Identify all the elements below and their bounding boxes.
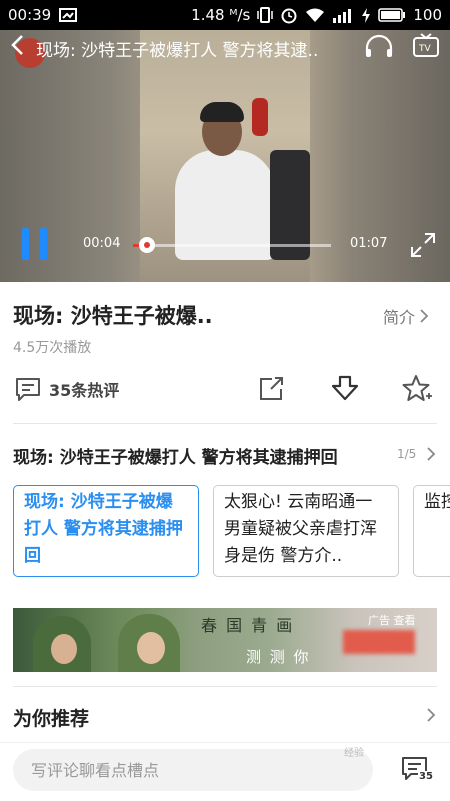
recommend-title: 为你推荐 [13, 708, 90, 730]
playlist-chevron-icon[interactable] [426, 446, 436, 466]
svg-text:TV: TV [418, 44, 431, 54]
battery-level: 100 [413, 6, 442, 24]
ad-text: 春 国 青 画 [201, 616, 295, 635]
playlist-card-active[interactable]: 现场: 沙特王子被爆打人 警方将其逮捕押回 [13, 485, 199, 577]
recommend-chevron-icon[interactable] [426, 707, 436, 727]
share-icon[interactable] [258, 374, 286, 406]
favorite-star-icon[interactable] [402, 374, 432, 408]
video-player[interactable]: 现场: 沙特王子被爆打人 警方将其逮.. TV 00:04 01:07 [0, 30, 450, 282]
playlist-card[interactable]: 太狠心! 云南昭通一男童疑被父亲虐打浑身是伤 警方介.. [213, 485, 399, 577]
signal-icon [332, 8, 354, 23]
total-time: 01:07 [350, 236, 388, 251]
divider [13, 686, 437, 687]
back-button[interactable] [10, 34, 36, 62]
fullscreen-icon[interactable] [410, 232, 436, 262]
ad-tag: 广告 查看 [368, 614, 416, 627]
headphones-icon[interactable] [364, 34, 394, 62]
playlist-card[interactable]: 监控：事故后还寡 [413, 485, 450, 577]
playlist-cards: 现场: 沙特王子被爆打人 警方将其逮捕押回 太狠心! 云南昭通一男童疑被父亲虐打… [13, 485, 450, 577]
bottom-bar: 35 [0, 742, 450, 801]
battery-icon [378, 8, 406, 22]
divider [13, 423, 437, 424]
seek-handle[interactable] [138, 237, 155, 253]
ad-banner[interactable]: 春 国 青 画 测 测 你 广告 查看 [13, 608, 437, 672]
playlist-title: 现场: 沙特王子被爆打人 警方将其逮捕押回 [13, 448, 338, 468]
intro-button[interactable]: 简介 [383, 304, 429, 328]
current-time: 00:04 [83, 236, 121, 251]
download-icon[interactable] [330, 374, 360, 406]
watermark: 经验 [344, 748, 364, 759]
alarm-icon [280, 6, 298, 24]
hot-comments-button[interactable]: 35条热评 [14, 376, 119, 402]
tv-cast-icon[interactable]: TV [412, 33, 440, 63]
notification-icon [59, 8, 78, 22]
video-title-main: 现场: 沙特王子被爆.. [13, 304, 213, 328]
clock: 00:39 [8, 6, 52, 24]
hot-comments-label: 35条热评 [49, 381, 120, 400]
wifi-icon [305, 8, 325, 23]
action-bar: 35条热评 [0, 372, 450, 408]
ad-text: 测 测 你 [246, 648, 311, 666]
ad-cta [343, 630, 415, 654]
comment-input[interactable] [13, 749, 373, 791]
comment-count-badge: 35 [418, 771, 434, 782]
network-speed: 1.48 ᴹ/s [191, 6, 251, 24]
seek-bar[interactable] [133, 237, 331, 253]
chevron-right-icon [420, 309, 429, 323]
playlist-count: 1/5 [397, 447, 417, 461]
vibrate-icon [257, 7, 274, 23]
intro-label: 简介 [383, 308, 416, 327]
status-bar: 00:39 1.48 ᴹ/s 100 [0, 0, 450, 30]
comment-icon [16, 378, 40, 401]
video-title: 现场: 沙特王子被爆打人 警方将其逮.. [36, 40, 319, 61]
charging-icon [361, 7, 371, 23]
play-count: 4.5万次播放 [13, 340, 92, 356]
